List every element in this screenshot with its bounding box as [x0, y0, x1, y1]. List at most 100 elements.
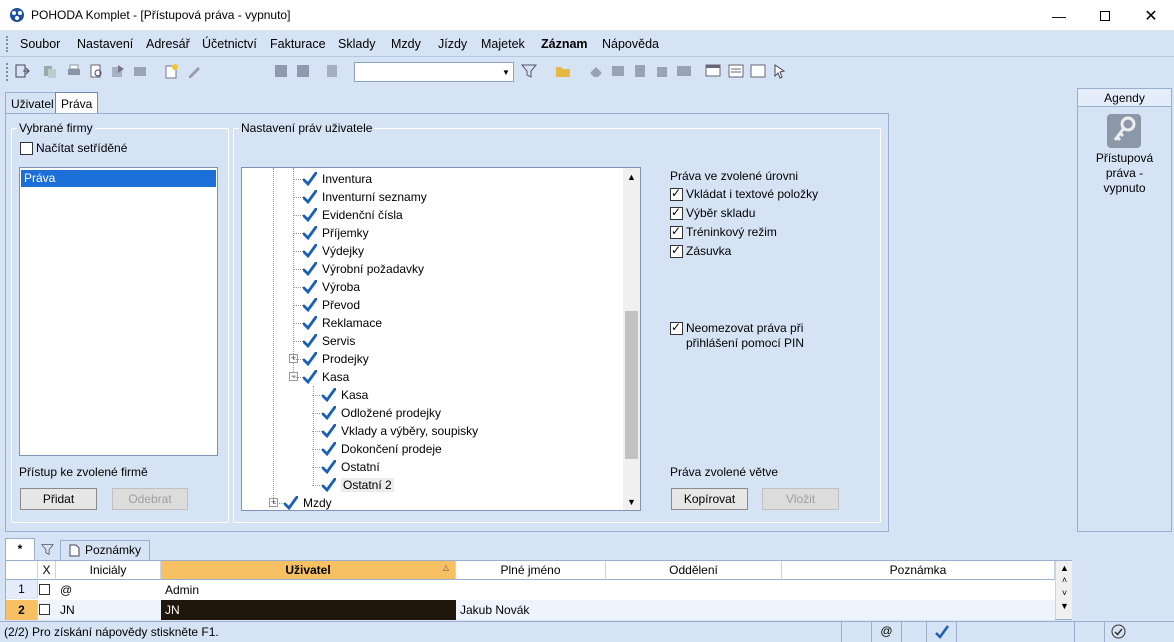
tree-node[interactable]: Výroba [302, 278, 360, 296]
scroll-up-icon[interactable]: ▲ [1056, 563, 1073, 573]
tree-node[interactable]: Výrobní požadavky [302, 260, 424, 278]
col-user-header[interactable]: Uživatel △ [161, 561, 456, 580]
row-checkbox[interactable] [39, 584, 50, 595]
tree-node[interactable]: Ostatní 2 [321, 476, 394, 494]
send-icon[interactable] [132, 63, 148, 79]
col-note-header[interactable]: Poznámka [782, 561, 1055, 580]
scroll-end-icon[interactable]: ▼ [1056, 601, 1073, 611]
tree-node[interactable]: Kasa [302, 368, 349, 386]
tab-filter[interactable] [36, 540, 58, 560]
tree-node[interactable]: Prodejky [302, 350, 369, 368]
tree-node[interactable]: Převod [302, 296, 360, 314]
edit-icon[interactable] [186, 63, 202, 79]
paste-icon[interactable] [324, 63, 340, 79]
menu-napoveda[interactable]: Nápověda [602, 37, 659, 51]
tree-node[interactable]: Odložené prodejky [321, 404, 441, 422]
rights-tree[interactable]: + − + Inventura Inventurní seznamy Evidenč… [241, 167, 641, 511]
copy-icon[interactable] [42, 63, 58, 79]
cell-fullname[interactable] [460, 580, 605, 600]
remove-firm-button[interactable]: Odebrat [112, 488, 188, 510]
menu-ucetnictvi[interactable]: Účetnictví [202, 37, 257, 51]
status-ok[interactable] [1104, 622, 1174, 642]
paste-button[interactable]: Vložit [762, 488, 839, 510]
menu-majetek[interactable]: Majetek [481, 37, 525, 51]
filter-icon[interactable] [521, 63, 537, 79]
tree-scrollbar[interactable]: ▲ ▼ [623, 168, 640, 510]
exit-icon[interactable] [14, 63, 30, 79]
list-item[interactable]: Práva [21, 170, 216, 187]
print-icon[interactable] [66, 63, 82, 79]
cell-fullname[interactable]: Jakub Novák [460, 600, 605, 620]
scroll-down-icon[interactable]: ▼ [623, 493, 640, 510]
option-checkbox[interactable] [670, 224, 683, 239]
tree-node[interactable]: Servis [302, 332, 355, 350]
new-record-icon[interactable] [163, 63, 179, 79]
row-checkbox[interactable] [39, 604, 50, 615]
tree-node[interactable]: Inventurní seznamy [302, 188, 427, 206]
folder-icon[interactable] [555, 63, 571, 79]
copy-button[interactable]: Kopírovat [671, 488, 748, 510]
maximize-button[interactable] [1082, 0, 1128, 31]
tree-node[interactable]: Výdejky [302, 242, 364, 260]
cancel-icon[interactable] [295, 63, 311, 79]
tree-node[interactable]: Mzdy [283, 494, 332, 510]
menu-fakturace[interactable]: Fakturace [270, 37, 326, 51]
scroll-down-icon[interactable]: ˅ [1056, 588, 1073, 598]
scroll-thumb[interactable] [625, 311, 638, 459]
grid-scrollbar[interactable]: ▲ ˄ ˅ ▼ [1055, 561, 1072, 619]
tab-uzivatel[interactable]: Uživatel [5, 92, 60, 114]
firms-list[interactable]: Práva [19, 167, 218, 456]
agenda-item[interactable]: Přístupová práva - vypnuto [1078, 109, 1171, 199]
option-checkbox[interactable] [670, 243, 683, 258]
pin-checkbox[interactable] [670, 320, 683, 335]
menu-zaznam[interactable]: Záznam [541, 37, 588, 51]
cell-user[interactable]: JN [161, 600, 456, 620]
option-checkbox[interactable] [670, 186, 683, 201]
menu-sklady[interactable]: Sklady [338, 37, 376, 51]
scroll-up-icon[interactable]: ˄ [1056, 575, 1073, 585]
tree-node[interactable]: Vklady a výběry, soupisky [321, 422, 478, 440]
minimize-button[interactable]: — [1036, 0, 1082, 31]
form-icon[interactable] [750, 63, 766, 79]
print-preview-icon[interactable] [88, 63, 104, 79]
close-button[interactable]: ✕ [1128, 0, 1174, 31]
cell-initials[interactable]: @ [60, 580, 160, 600]
doc2-icon[interactable] [632, 63, 648, 79]
menu-nastaveni[interactable]: Nastavení [77, 37, 133, 51]
menu-jizdy[interactable]: Jízdy [438, 37, 467, 51]
cell-initials[interactable]: JN [60, 600, 160, 620]
eraser-icon[interactable] [588, 63, 604, 79]
col-fullname-header[interactable]: Plné jméno [456, 561, 606, 580]
tab-prava[interactable]: Práva [55, 92, 99, 114]
scroll-up-icon[interactable]: ▲ [623, 168, 640, 185]
stamp-icon[interactable] [654, 63, 670, 79]
sorted-checkbox[interactable] [20, 142, 33, 155]
menu-soubor[interactable]: Soubor [20, 37, 60, 51]
cell-user[interactable]: Admin [165, 580, 455, 600]
add-firm-button[interactable]: Přidat [20, 488, 97, 510]
tree-node[interactable]: Kasa [321, 386, 368, 404]
tree-node[interactable]: Ostatní [321, 458, 380, 476]
tab-poznamky[interactable]: Poznámky [60, 540, 150, 560]
toolbar-combo[interactable]: ▼ [354, 62, 514, 82]
window-icon[interactable] [705, 63, 721, 79]
save-icon[interactable] [273, 63, 289, 79]
barcode-icon[interactable] [676, 63, 692, 79]
tree-node[interactable]: Příjemky [302, 224, 369, 242]
col-initials-header[interactable]: Iniciály [56, 561, 161, 580]
list-icon[interactable] [728, 63, 744, 79]
tree-node[interactable]: Inventura [302, 170, 372, 188]
export-icon[interactable] [110, 63, 126, 79]
tree-node[interactable]: Evidenční čísla [302, 206, 403, 224]
menu-adresar[interactable]: Adresář [146, 37, 190, 51]
col-dept-header[interactable]: Oddělení [606, 561, 782, 580]
doc-icon[interactable] [610, 63, 626, 79]
menu-mzdy[interactable]: Mzdy [391, 37, 421, 51]
help-icon[interactable] [772, 63, 788, 79]
chevron-down-icon[interactable]: ▼ [499, 63, 513, 81]
option-checkbox[interactable] [670, 205, 683, 220]
tab-star[interactable]: * [5, 538, 35, 560]
tree-node[interactable]: Reklamace [302, 314, 382, 332]
col-x-header[interactable]: X [38, 561, 56, 580]
tree-node[interactable]: Dokončení prodeje [321, 440, 442, 458]
